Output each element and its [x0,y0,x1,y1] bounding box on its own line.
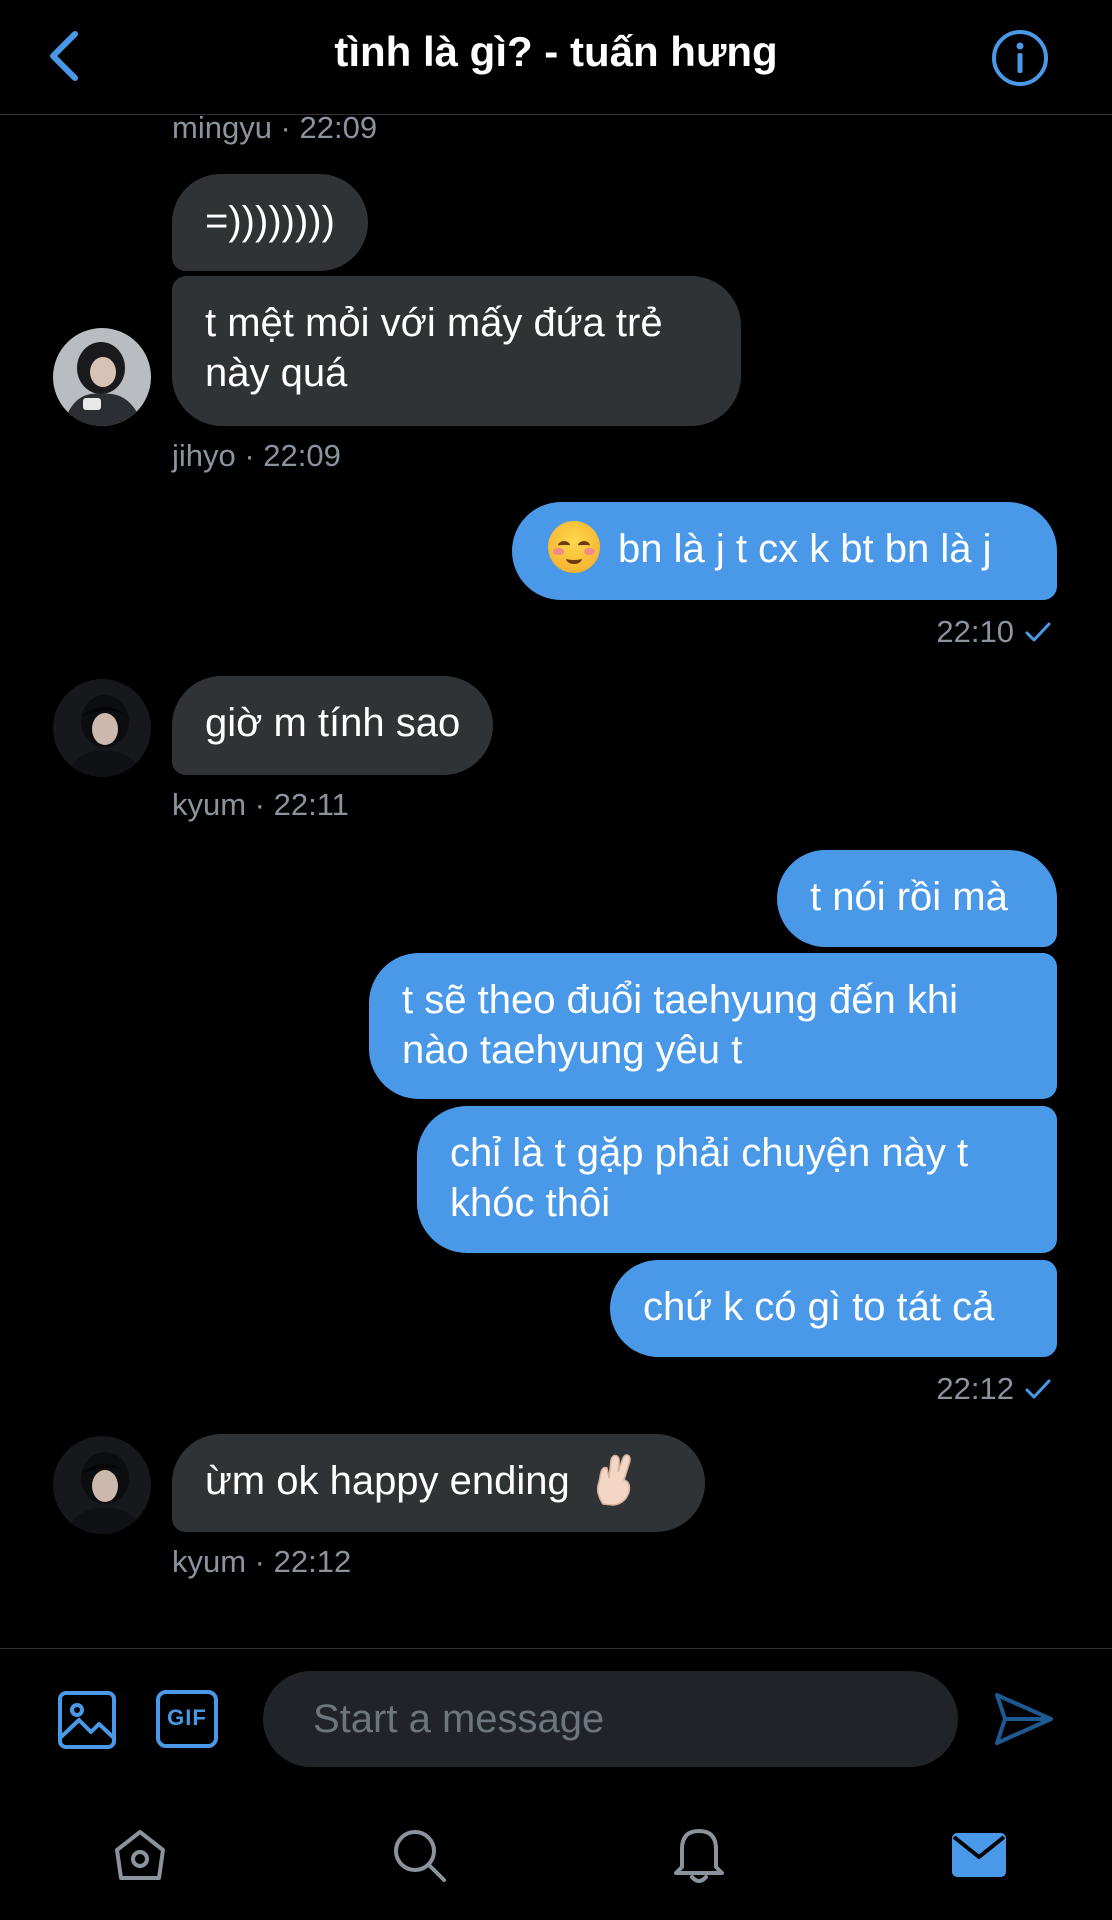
message-meta: 22:12 [936,1371,1052,1407]
message-text: t mệt mỏi với mấy đứa trẻ [205,301,663,345]
message-text: giờ m tính sao [205,701,461,745]
search-icon [394,1830,446,1882]
avatar-kyum[interactable] [53,1436,151,1534]
message-text: này quá [205,351,348,395]
message-text: khóc thôi [450,1181,611,1225]
conversation-title[interactable]: tình là gì? - tuấn hưng [0,28,1112,76]
incoming-message-bubble[interactable]: ừm ok happy ending [172,1434,705,1532]
incoming-message-bubble[interactable]: =)))))))) [172,174,368,271]
outgoing-message-bubble[interactable]: chứ k có gì to tát cả [610,1260,1057,1357]
message-input[interactable] [263,1671,958,1767]
avatar-image [53,1436,151,1534]
message-meta: kyum · 22:11 [172,787,349,822]
message-text: bn là j t cx k bt bn là j [618,527,992,571]
message-meta: jihyo · 22:09 [172,438,341,473]
outgoing-message-bubble[interactable]: t sẽ theo đuổi taehyung đến khi nào taeh… [369,953,1057,1099]
bottom-navigation [0,1773,1112,1920]
incoming-message-bubble[interactable]: giờ m tính sao [172,676,494,775]
nav-search[interactable] [389,1825,449,1885]
nav-notifications[interactable] [669,1823,729,1885]
message-meta: mingyu · 22:09 [172,110,378,145]
checkmark-icon [1025,622,1051,642]
home-icon [115,1830,165,1880]
crossed-fingers-emoji-icon [596,1454,631,1507]
bell-icon [674,1829,724,1883]
timestamp: 22:12 [936,1371,1014,1406]
info-button[interactable] [990,28,1050,88]
avatar-jihyo[interactable] [53,328,151,426]
outgoing-message-bubble[interactable]: t nói rồi mà [777,850,1057,947]
checkmark-icon [1025,1379,1051,1399]
incoming-message-bubble[interactable]: t mệt mỏi với mấy đứa trẻ này quá [172,276,741,426]
image-icon [58,1691,116,1749]
avatar-image [53,679,151,777]
message-text: ừm ok happy ending [205,1459,570,1503]
add-image-button[interactable] [56,1689,118,1751]
message-composer: GIF [0,1648,1112,1773]
outgoing-message-bubble[interactable]: chỉ là t gặp phải chuyện này t khóc thôi [417,1106,1057,1253]
dm-conversation-screen: tình là gì? - tuấn hưng mingyu · 22:09 =… [0,0,1112,1920]
message-meta: kyum · 22:12 [172,1544,352,1579]
conversation-header: tình là gì? - tuấn hưng [0,0,1112,115]
send-button[interactable] [992,1687,1056,1751]
outgoing-message-bubble[interactable]: bn là j t cx k bt bn là j [512,502,1057,600]
send-icon [995,1693,1053,1745]
info-icon [992,30,1048,86]
nav-home[interactable] [110,1825,170,1885]
message-text: chỉ là t gặp phải chuyện này t [450,1131,969,1175]
avatar-kyum[interactable] [53,679,151,777]
message-text: t sẽ theo đuổi taehyung đến khi [402,978,958,1022]
message-meta: 22:10 [936,614,1052,650]
add-gif-button[interactable]: GIF [155,1689,219,1749]
avatar-image [53,328,151,426]
gif-label: GIF [167,1705,207,1730]
nav-messages[interactable] [949,1825,1009,1885]
message-text: =)))))))) [205,199,335,243]
mail-icon [952,1833,1006,1877]
message-text: nào taehyung yêu t [402,1028,743,1072]
timestamp: 22:10 [936,614,1014,649]
relieved-face-emoji-icon [548,521,600,574]
message-text: t nói rồi mà [810,875,1008,919]
message-text: chứ k có gì to tát cả [643,1285,995,1329]
